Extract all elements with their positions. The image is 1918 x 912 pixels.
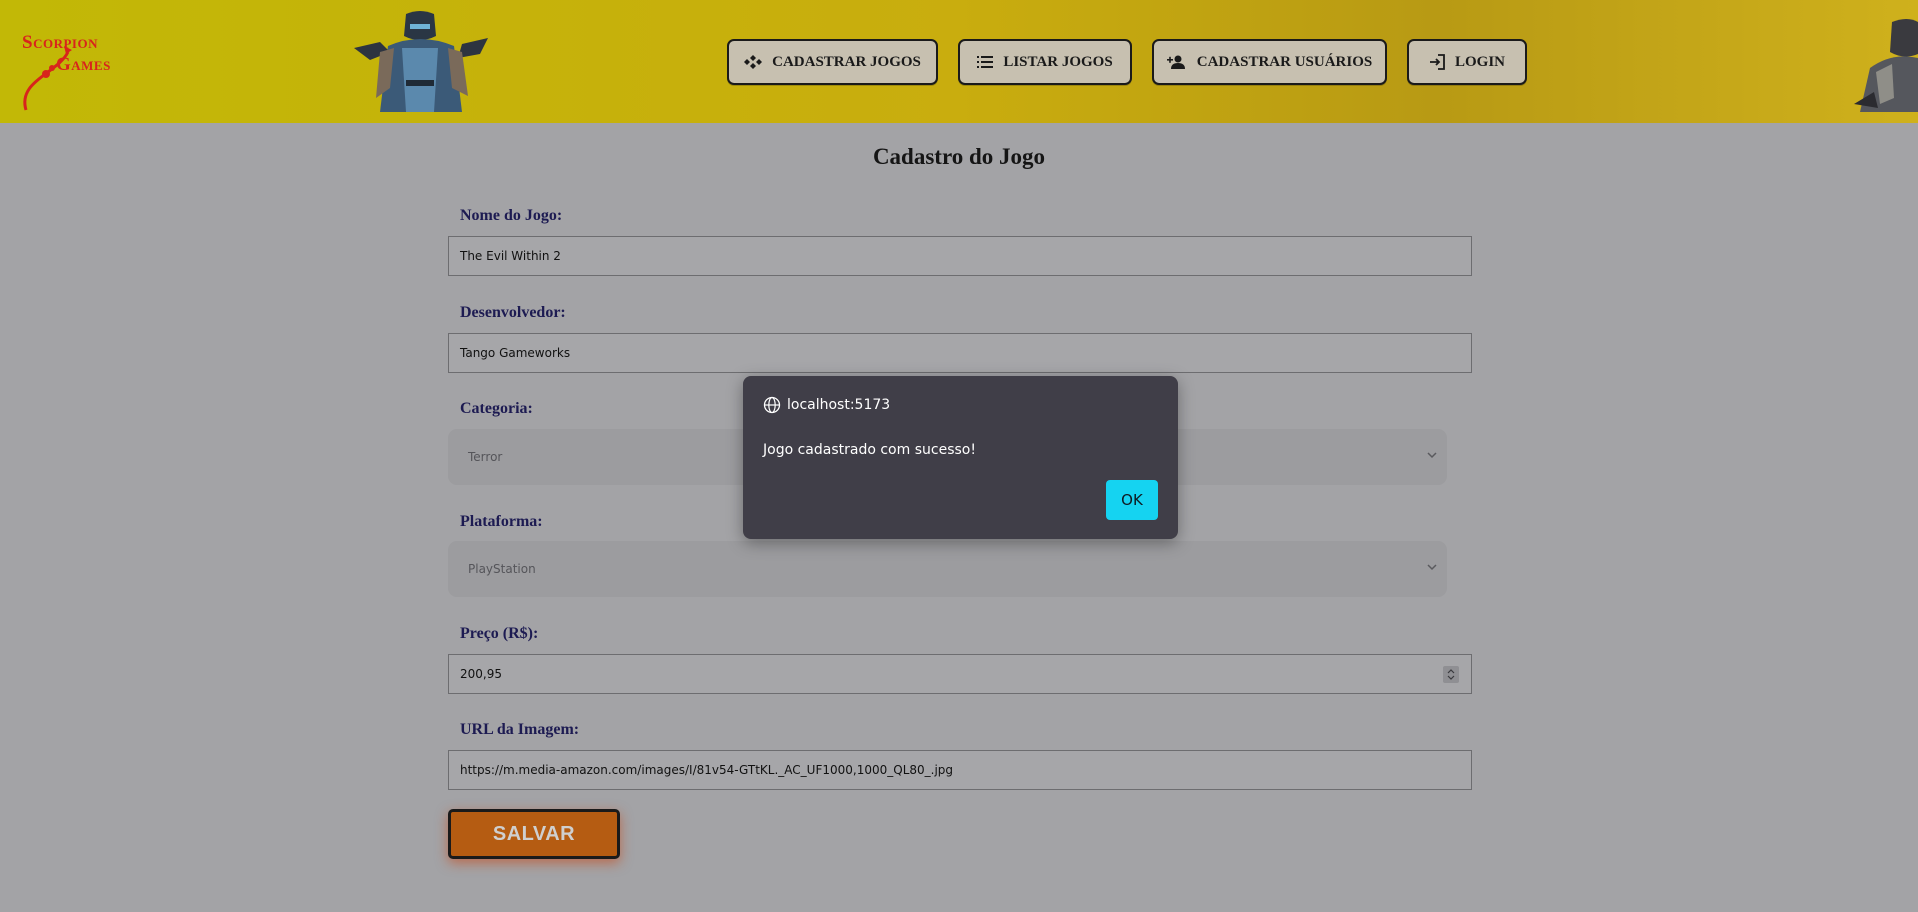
ok-button[interactable]: OK bbox=[1106, 480, 1158, 520]
alert-dialog: localhost:5173 Jogo cadastrado com suces… bbox=[743, 376, 1178, 539]
dialog-message: Jogo cadastrado com sucesso! bbox=[763, 442, 976, 458]
dialog-origin: localhost:5173 bbox=[763, 396, 890, 414]
dialog-origin-text: localhost:5173 bbox=[787, 397, 891, 413]
globe-icon bbox=[763, 396, 781, 414]
modal-overlay: localhost:5173 Jogo cadastrado com suces… bbox=[0, 0, 1918, 912]
